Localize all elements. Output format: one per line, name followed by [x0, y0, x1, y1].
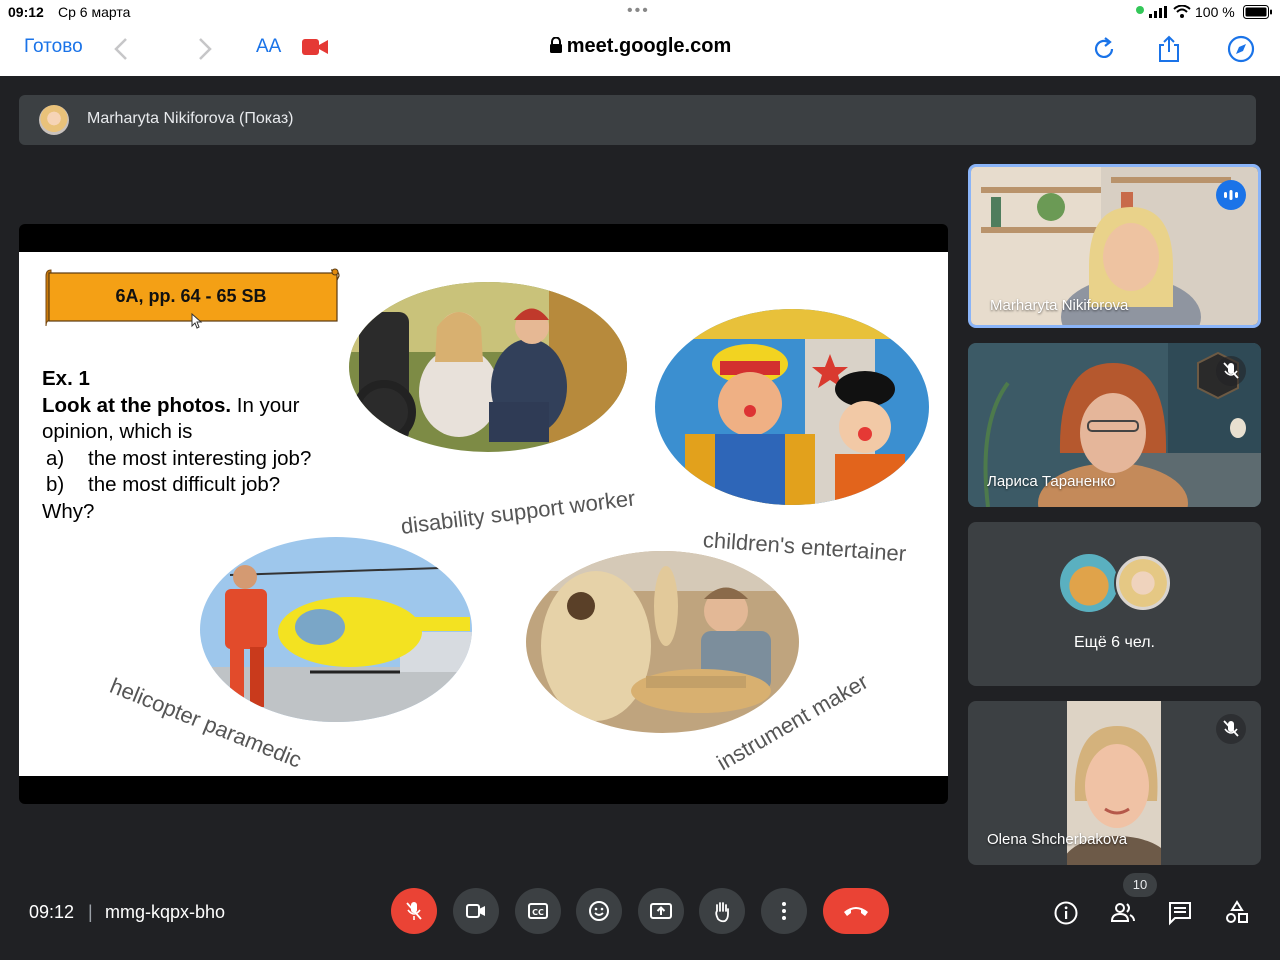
cursor-icon — [191, 313, 203, 329]
caption-childrens-entertainer: children's entertainer — [702, 527, 907, 567]
separator: | — [88, 902, 93, 922]
participant-tile-larisa[interactable]: Лариса Тараненко — [968, 343, 1261, 507]
ios-status-bar: 09:12 Ср 6 марта ••• 100 % — [0, 0, 1280, 24]
browser-toolbar: Готово AA meet.google.com — [0, 24, 1280, 76]
captions-button[interactable]: CC — [515, 888, 561, 934]
meeting-control-bar: 09:12 | mmg-kqpx-bho CC 10 — [0, 870, 1280, 960]
toggle-mic-button[interactable] — [391, 888, 437, 934]
captions-icon: CC — [528, 903, 548, 919]
photo-childrens-entertainer — [655, 309, 929, 505]
activities-icon[interactable] — [1224, 900, 1250, 926]
reload-icon[interactable] — [1090, 34, 1120, 64]
end-call-button[interactable] — [823, 888, 889, 934]
meeting-code: mmg-kqpx-bho — [105, 902, 226, 922]
photo-instrument-maker — [526, 551, 799, 733]
avatar — [1060, 554, 1118, 612]
signal-icon — [1149, 6, 1167, 18]
banner-text: 6A, pp. 64 - 65 SB — [115, 286, 267, 306]
presentation-slide: 6A, pp. 64 - 65 SB Ex. 1 Look at the pho… — [19, 252, 948, 776]
shared-screen: 6A, pp. 64 - 65 SB Ex. 1 Look at the pho… — [19, 224, 948, 804]
present-screen-icon — [650, 903, 672, 919]
instruction-bold: Look at the photos. — [42, 393, 232, 417]
meeting-clock: 09:12 — [29, 902, 75, 922]
mic-off-icon — [406, 902, 422, 920]
option-a: a) the most interesting job? — [46, 446, 312, 470]
presenter-avatar — [39, 105, 69, 135]
address-bar[interactable]: meet.google.com — [0, 35, 1280, 58]
option-b: b) the most difficult job? — [46, 473, 281, 496]
wifi-icon — [1173, 5, 1191, 18]
participant-tile-more[interactable]: Ещё 6 чел. — [968, 522, 1261, 686]
presenter-bar: Marharyta Nikiforova (Показ) — [19, 95, 1256, 145]
meeting-info-icon[interactable] — [1053, 900, 1079, 926]
instruction-line2: opinion, which is — [42, 420, 193, 443]
present-button[interactable] — [638, 888, 684, 934]
battery-icon — [1243, 5, 1272, 19]
status-time: 09:12 — [8, 4, 44, 20]
people-icon[interactable] — [1110, 900, 1136, 926]
caption-disability-support-worker: disability support worker — [399, 485, 637, 539]
url-text: meet.google.com — [566, 35, 732, 57]
mic-indicator-icon — [1136, 6, 1144, 14]
chat-icon[interactable] — [1167, 900, 1193, 926]
exercise-number: Ex. 1 — [42, 367, 90, 390]
toggle-camera-button[interactable] — [453, 888, 499, 934]
more-participants-label: Ещё 6 чел. — [1073, 634, 1155, 651]
muted-mic-icon — [1216, 356, 1246, 386]
share-icon[interactable] — [1154, 34, 1184, 64]
instruction-rest: In your — [231, 393, 300, 417]
participant-tile-marharyta[interactable]: Marharyta Nikiforova — [968, 164, 1261, 328]
participant-count-badge: 10 — [1123, 873, 1157, 897]
reactions-button[interactable] — [576, 888, 622, 934]
avatar — [1114, 554, 1172, 612]
presenter-label: Marharyta Nikiforova (Показ) — [87, 110, 294, 127]
more-options-button[interactable] — [761, 888, 807, 934]
participant-name: Olena Shcherbakova — [987, 831, 1128, 848]
participant-tile-olena[interactable]: Olena Shcherbakova — [968, 701, 1261, 865]
emoji-icon — [589, 901, 609, 921]
exercise-text: Ex. 1 Look at the photos. In your opinio… — [42, 366, 362, 525]
speaking-indicator-icon — [1216, 180, 1246, 210]
participant-name: Marharyta Nikiforova — [990, 297, 1129, 314]
lock-icon — [549, 36, 562, 53]
why-text: Why? — [42, 499, 95, 523]
svg-text:CC: CC — [532, 908, 544, 917]
participant-name: Лариса Тараненко — [987, 473, 1116, 490]
photo-disability-support-worker — [349, 282, 627, 452]
photo-helicopter-paramedic — [200, 537, 472, 722]
compass-icon[interactable] — [1226, 34, 1256, 64]
status-date: Ср 6 марта — [58, 4, 131, 20]
more-vert-icon — [782, 902, 786, 920]
hang-up-icon — [844, 907, 868, 916]
hand-icon — [715, 902, 729, 923]
muted-mic-icon — [1216, 714, 1246, 744]
raise-hand-button[interactable] — [699, 888, 745, 934]
camera-icon — [466, 904, 485, 918]
battery-percent: 100 % — [1195, 4, 1235, 20]
multitask-dots-icon[interactable]: ••• — [627, 2, 650, 20]
